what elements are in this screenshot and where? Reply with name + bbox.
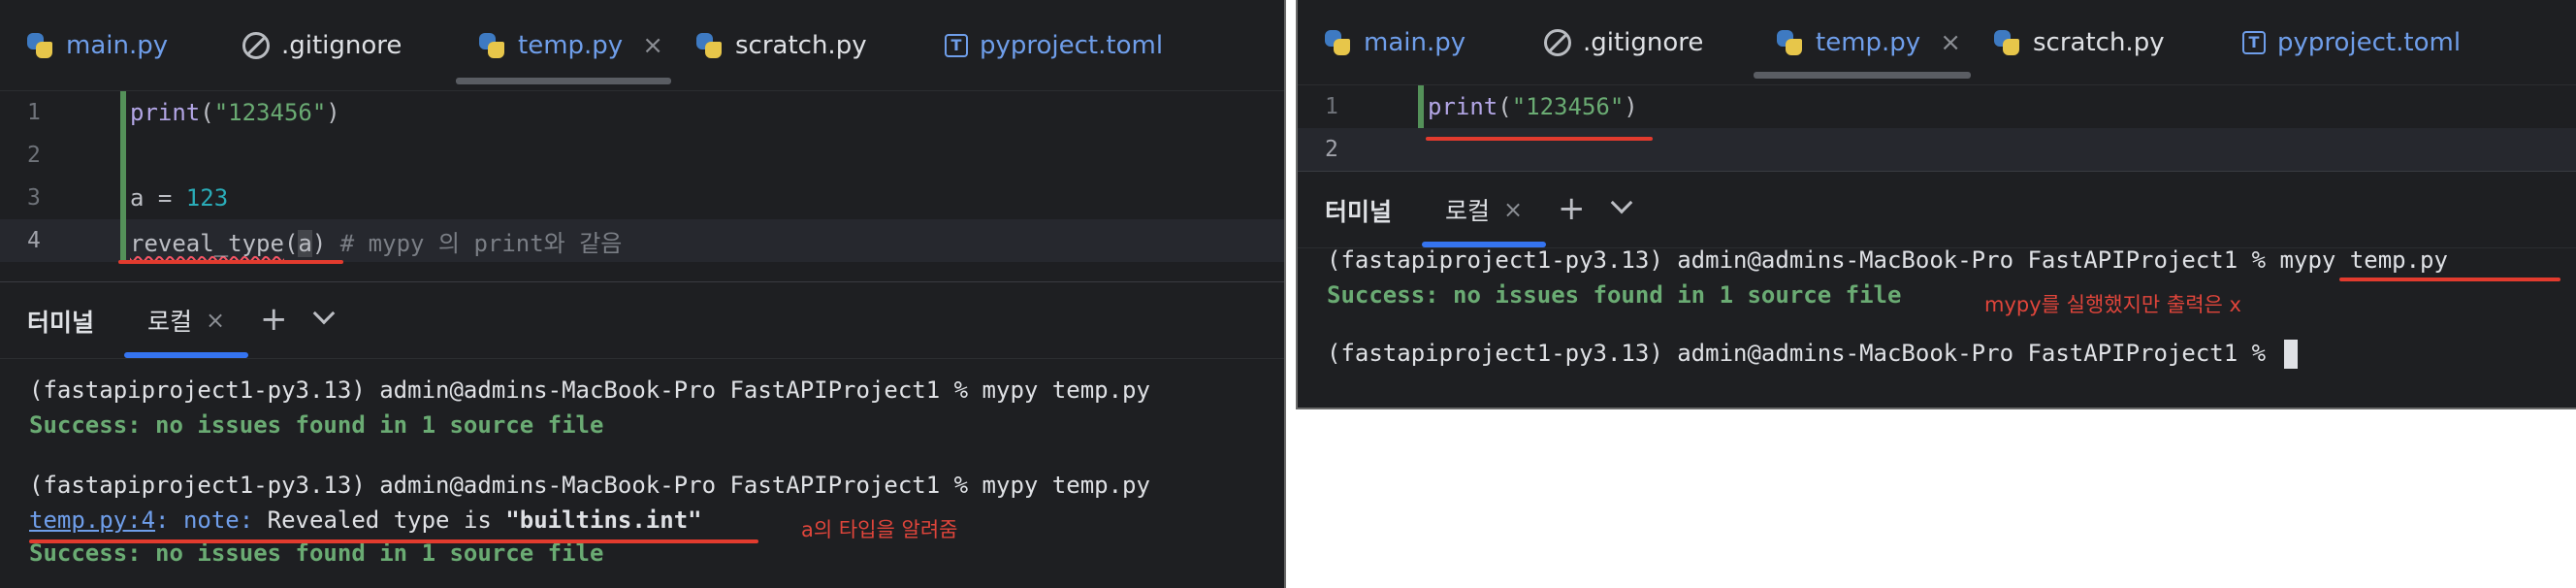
tab-label: scratch.py: [2033, 27, 2165, 57]
right-ide-window: main.py .gitignore temp.py × scratch.py …: [1296, 0, 2576, 409]
editor-tab-bar: main.py .gitignore temp.py × scratch.py …: [1298, 0, 2576, 85]
red-underline-annotation: [2339, 278, 2560, 281]
tab-label: pyproject.toml: [2277, 27, 2462, 57]
revealed-type: "builtins.int": [505, 506, 702, 534]
active-tab-indicator: [124, 352, 248, 358]
code-editor[interactable]: 1 print("123456") 2: [1298, 85, 2576, 171]
line-number: 3: [27, 185, 41, 211]
editor-tab-bar: main.py .gitignore temp.py × scratch.py …: [0, 0, 1284, 91]
terminal-line: (fastapiproject1-py3.13) admin@admins-Ma…: [29, 472, 1150, 499]
tab-main-py[interactable]: main.py: [25, 0, 168, 90]
code-line: 3 a = 123: [0, 177, 1284, 219]
change-marker: [1418, 85, 1424, 128]
terminal-line: Success: no issues found in 1 source fil…: [29, 411, 604, 439]
tab-label: .gitignore: [281, 30, 402, 60]
tab-main-py[interactable]: main.py: [1323, 0, 1465, 84]
red-underline-annotation: [29, 539, 758, 543]
terminal-tab-label: 로컬: [146, 308, 192, 336]
file-link[interactable]: temp.py:4: [29, 506, 155, 534]
red-underline-annotation: [1426, 137, 1653, 141]
terminal-tab-local[interactable]: 로컬 ×: [1422, 172, 1546, 247]
change-marker: [120, 134, 126, 177]
tab-pyproject-toml[interactable]: T pyproject.toml: [945, 0, 1163, 90]
left-ide-window: main.py .gitignore temp.py × scratch.py …: [0, 0, 1286, 588]
toml-file-icon: T: [2242, 30, 2266, 54]
annotation-text: a의 타입을 알려줌: [801, 518, 958, 541]
terminal-header: 터미널 로컬 × +: [1298, 171, 2576, 248]
note-text: Revealed type is: [253, 506, 506, 534]
tab-label: main.py: [66, 30, 169, 60]
tab-label: scratch.py: [735, 30, 867, 60]
tab-label: main.py: [1364, 27, 1466, 57]
code-line: 2: [0, 134, 1284, 177]
terminal-tab-label: 로컬: [1444, 197, 1490, 225]
terminal-tab-local[interactable]: 로컬 ×: [124, 282, 248, 358]
code-line-current: 2: [1298, 128, 2576, 171]
terminal-line: Success: no issues found in 1 source fil…: [1327, 281, 1902, 309]
change-marker: [120, 219, 126, 262]
code-line: 1 print("123456"): [0, 91, 1284, 134]
terminal-header: 터미널 로컬 × +: [0, 281, 1284, 359]
gitignore-file-icon: [1544, 28, 1571, 56]
tab-scratch-py[interactable]: scratch.py: [694, 0, 867, 90]
terminal-title: 터미널: [1325, 198, 1393, 226]
tab-gitignore[interactable]: .gitignore: [242, 0, 402, 90]
close-icon[interactable]: ×: [1503, 196, 1523, 223]
active-tab-indicator: [456, 78, 671, 84]
close-icon[interactable]: ×: [642, 31, 663, 60]
red-underline-annotation: [118, 260, 343, 264]
terminal-line: (fastapiproject1-py3.13) admin@admins-Ma…: [1327, 340, 2298, 369]
tab-label: temp.py: [1816, 27, 1921, 57]
tab-scratch-py[interactable]: scratch.py: [1992, 0, 2165, 84]
code-text: reveal_type(a) # mypy 의 print와 같음: [130, 229, 623, 257]
terminal-line: temp.py:4: note: Revealed type is "built…: [29, 506, 702, 534]
code-text: a = 123: [130, 184, 229, 212]
terminal-line: (fastapiproject1-py3.13) admin@admins-Ma…: [1327, 246, 2448, 274]
close-icon[interactable]: ×: [206, 307, 225, 334]
tab-temp-py[interactable]: temp.py ×: [456, 0, 671, 90]
code-line: 1 print("123456"): [1298, 85, 2576, 128]
terminal-cursor: [2283, 340, 2298, 369]
note-label: : note:: [155, 506, 254, 534]
python-file-icon: [1775, 28, 1804, 57]
python-file-icon: [477, 31, 506, 60]
change-marker: [120, 177, 126, 219]
line-number: 2: [1325, 137, 1338, 162]
python-file-icon: [25, 31, 54, 60]
active-tab-indicator: [1754, 72, 1971, 79]
tab-label: temp.py: [518, 30, 624, 60]
terminal-line: (fastapiproject1-py3.13) admin@admins-Ma…: [29, 376, 1150, 404]
tab-gitignore[interactable]: .gitignore: [1544, 0, 1703, 84]
tab-label: .gitignore: [1583, 27, 1704, 57]
prompt-text: (fastapiproject1-py3.13) admin@admins-Ma…: [1327, 340, 2280, 367]
toml-file-icon: T: [945, 33, 968, 57]
change-marker: [120, 91, 126, 134]
python-file-icon: [694, 31, 724, 60]
new-terminal-button[interactable]: +: [260, 300, 288, 339]
python-file-icon: [1323, 28, 1352, 57]
code-text: print("123456"): [130, 99, 340, 126]
chevron-down-icon[interactable]: [312, 302, 336, 325]
annotation-text: mypy를 실행했지만 출력은 x: [1984, 293, 2241, 316]
code-text: print("123456"): [1428, 93, 1638, 120]
gitignore-file-icon: [242, 31, 270, 59]
code-editor[interactable]: 1 print("123456") 2 3 a = 123 4 reveal_t…: [0, 91, 1284, 281]
line-number: 1: [1325, 94, 1338, 119]
terminal-title: 터미널: [27, 309, 95, 337]
tab-temp-py[interactable]: temp.py ×: [1754, 0, 1971, 84]
code-line-current: 4 reveal_type(a) # mypy 의 print와 같음: [0, 219, 1284, 262]
chevron-down-icon[interactable]: [1610, 191, 1633, 214]
line-number: 4: [27, 228, 41, 253]
new-terminal-button[interactable]: +: [1558, 189, 1586, 228]
close-icon[interactable]: ×: [1940, 28, 1961, 57]
line-number: 1: [27, 100, 41, 125]
line-number: 2: [27, 143, 41, 168]
tab-label: pyproject.toml: [980, 30, 1164, 60]
terminal-line: Success: no issues found in 1 source fil…: [29, 539, 604, 567]
python-file-icon: [1992, 28, 2021, 57]
tab-pyproject-toml[interactable]: T pyproject.toml: [2242, 0, 2461, 84]
